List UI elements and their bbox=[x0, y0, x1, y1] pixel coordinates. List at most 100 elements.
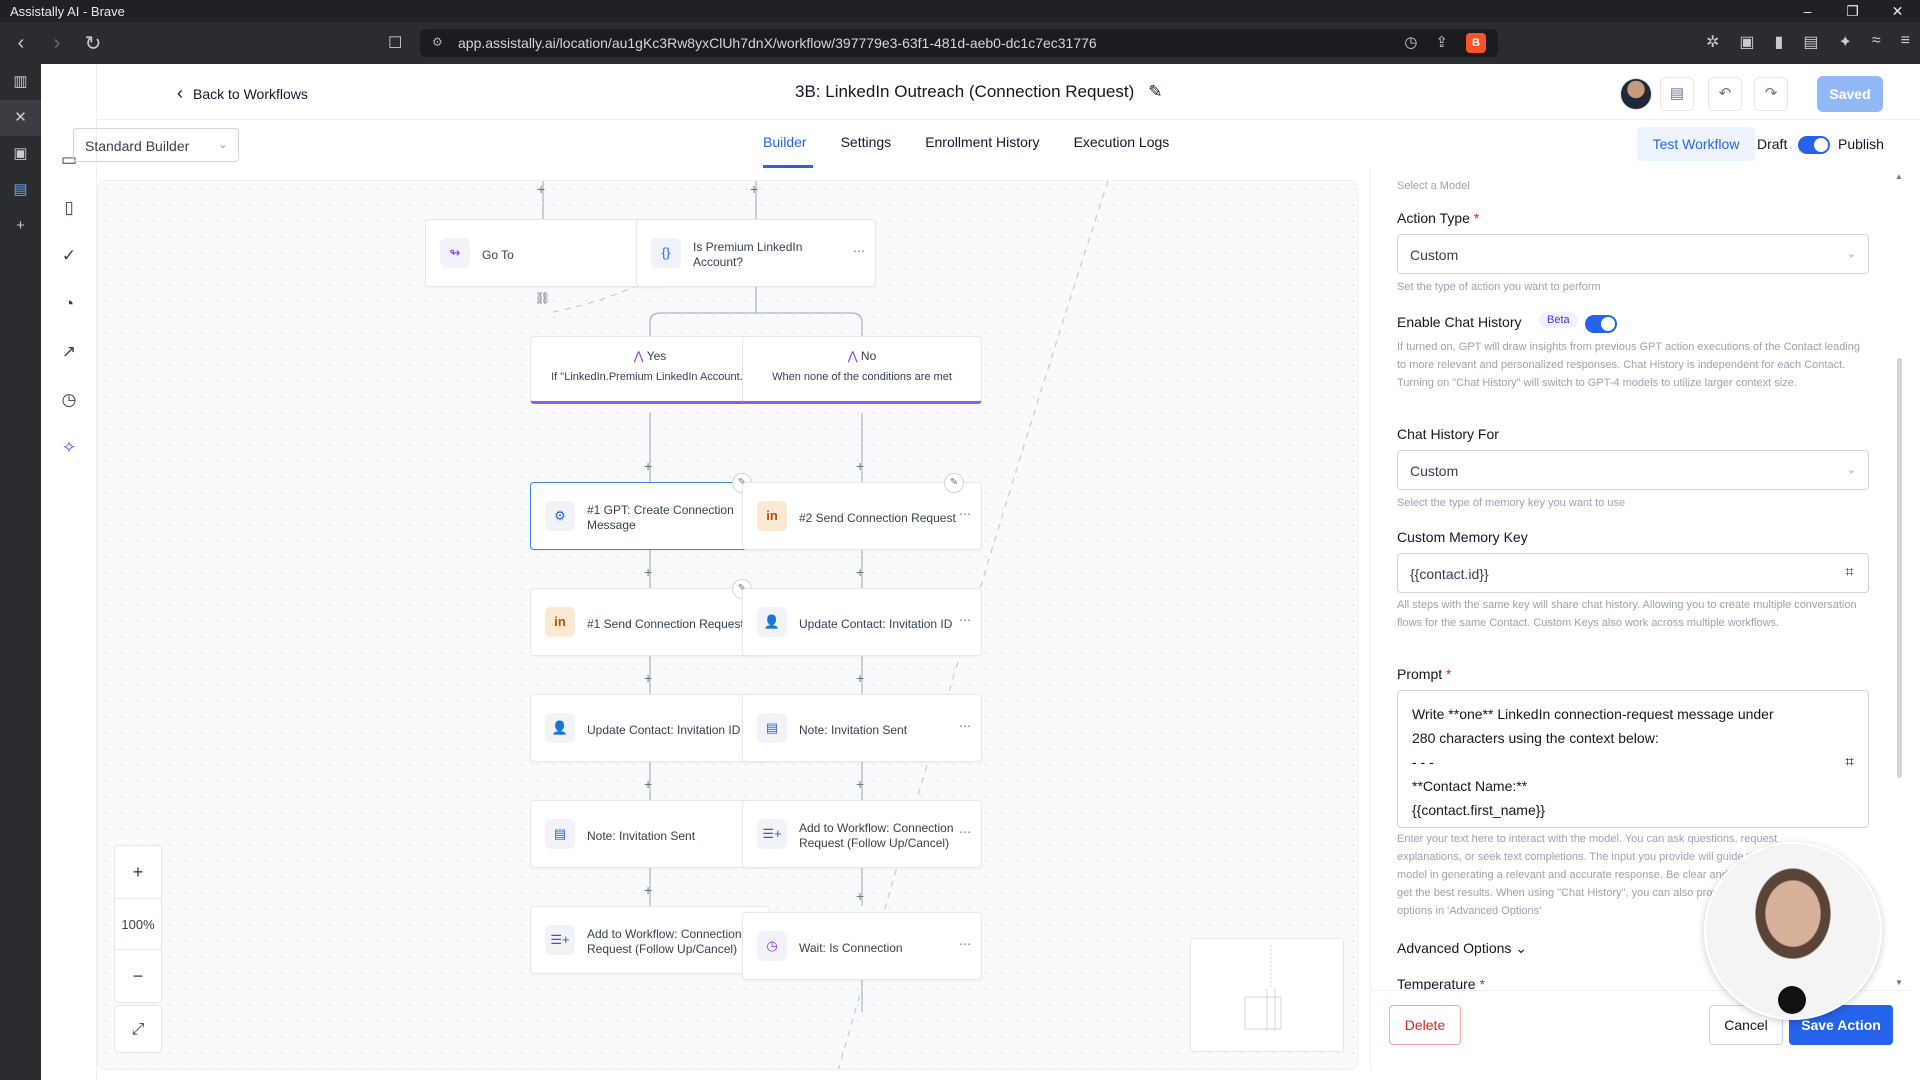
redo-icon[interactable]: ↷ bbox=[1754, 77, 1788, 111]
unlink-icon[interactable]: ⛓ bbox=[535, 291, 550, 305]
close-panel-icon[interactable]: ✕ bbox=[0, 100, 41, 136]
maximize-button[interactable]: ❐ bbox=[1830, 0, 1875, 22]
more-options-icon[interactable]: ⋯ bbox=[853, 244, 865, 258]
add-step-plus[interactable]: + bbox=[856, 564, 864, 580]
tab-icon[interactable]: ▣ bbox=[1739, 32, 1754, 52]
chat-app-icon[interactable]: ▤ bbox=[0, 172, 41, 208]
node-note-2[interactable]: ▤ Note: Invitation Sent ⋯ bbox=[742, 694, 982, 762]
chat-history-toggle[interactable] bbox=[1585, 315, 1617, 333]
history-icon[interactable]: ◷ bbox=[1404, 33, 1417, 53]
node-gpt-create-message[interactable]: ⚙ #1 GPT: Create Connection Message ⋯ bbox=[530, 482, 770, 550]
extensions-icon[interactable]: ✲ bbox=[1706, 32, 1719, 52]
scroll-thumb[interactable] bbox=[1897, 358, 1902, 778]
fit-view-icon[interactable]: ⤢ bbox=[114, 1005, 162, 1053]
sidebar-toggle-icon[interactable]: ▥ bbox=[0, 64, 41, 100]
node-note-1[interactable]: ▤ Note: Invitation Sent ⋯ bbox=[530, 800, 770, 868]
back-to-workflows-link[interactable]: ‹ Back to Workflows bbox=[177, 83, 308, 104]
node-condition-premium[interactable]: {} Is Premium LinkedIn Account? ⋯ bbox=[636, 219, 876, 287]
prompt-label: Prompt * bbox=[1397, 666, 1452, 682]
scroll-down-icon[interactable]: ▼ bbox=[1895, 978, 1903, 987]
add-step-plus[interactable]: + bbox=[856, 670, 864, 686]
test-workflow-button[interactable]: Test Workflow bbox=[1637, 127, 1755, 161]
vpn-icon[interactable]: ≈ bbox=[1872, 32, 1881, 52]
brave-news-icon[interactable]: ▣ bbox=[0, 136, 41, 172]
add-step-plus[interactable]: + bbox=[644, 670, 652, 686]
sparkle-icon[interactable]: ✧ bbox=[41, 424, 97, 472]
forward-arrow-icon[interactable]: › bbox=[42, 32, 72, 55]
node-label: Update Contact: Invitation ID bbox=[587, 722, 741, 737]
more-options-icon[interactable]: ⋯ bbox=[959, 613, 971, 627]
document-icon[interactable]: ▯ bbox=[41, 184, 97, 232]
node-add-workflow-2[interactable]: ☰+ Add to Workflow: Connection Request (… bbox=[742, 800, 982, 868]
menu-icon[interactable]: ≡ bbox=[1901, 32, 1910, 52]
builder-select[interactable]: Standard Builder ⌄ bbox=[73, 128, 239, 162]
reload-icon[interactable]: ↻ bbox=[78, 31, 108, 56]
comment-badge-icon[interactable]: ✎ bbox=[944, 473, 964, 493]
add-step-plus[interactable]: + bbox=[644, 776, 652, 792]
node-update-contact-1[interactable]: 👤 Update Contact: Invitation ID ⋯ bbox=[530, 694, 770, 762]
close-window-button[interactable]: ✕ bbox=[1875, 0, 1920, 22]
tab-builder[interactable]: Builder bbox=[763, 134, 807, 150]
add-step-plus[interactable]: + bbox=[750, 181, 758, 197]
prompt-textarea[interactable]: Write **one** LinkedIn connection-reques… bbox=[1397, 690, 1869, 828]
bookmark-icon[interactable]: ☐ bbox=[388, 33, 402, 53]
brave-shield-icon[interactable]: B bbox=[1466, 33, 1486, 53]
tab-settings[interactable]: Settings bbox=[841, 134, 892, 150]
branch-yes[interactable]: ⋀ Yes If "LinkedIn.Premium LinkedIn Acco… bbox=[530, 336, 770, 404]
external-link-icon[interactable]: ↗ bbox=[41, 328, 97, 376]
share-icon[interactable]: ⇪ bbox=[1435, 33, 1448, 53]
add-step-plus[interactable]: + bbox=[856, 458, 864, 474]
history-for-select[interactable]: Custom ⌄ bbox=[1397, 450, 1869, 490]
leo-icon[interactable]: ✦ bbox=[1838, 32, 1851, 52]
minimize-button[interactable]: – bbox=[1785, 0, 1830, 22]
check-icon[interactable]: ✓ bbox=[41, 232, 97, 280]
node-send-connection-2[interactable]: in #2 Send Connection Request ⋯ bbox=[742, 482, 982, 550]
node-add-workflow-1[interactable]: ☰+ Add to Workflow: Connection Request (… bbox=[530, 906, 770, 974]
add-step-plus[interactable]: + bbox=[537, 181, 545, 197]
workflow-canvas[interactable]: + + ↬ Go To ⋯ ⛓ {} Is Premium LinkedIn A… bbox=[97, 180, 1358, 1070]
zoom-out-button[interactable]: − bbox=[115, 950, 161, 1002]
node-label: #2 Send Connection Request bbox=[799, 510, 956, 525]
tab-execution-logs[interactable]: Execution Logs bbox=[1074, 134, 1170, 150]
add-step-plus[interactable]: + bbox=[856, 776, 864, 792]
more-options-icon[interactable]: ⋯ bbox=[959, 937, 971, 951]
edit-pencil-icon[interactable]: ✎ bbox=[1148, 82, 1162, 102]
advanced-options-toggle[interactable]: Advanced Options ⌄ bbox=[1397, 940, 1527, 957]
action-type-select[interactable]: Custom ⌄ bbox=[1397, 234, 1869, 274]
saved-button[interactable]: Saved bbox=[1817, 76, 1883, 112]
node-send-connection-1[interactable]: in #1 Send Connection Request ⋯ bbox=[530, 588, 770, 656]
mic-icon[interactable] bbox=[1778, 986, 1806, 1014]
add-step-plus[interactable]: + bbox=[644, 458, 652, 474]
site-info-icon[interactable]: ⚙ bbox=[432, 35, 443, 49]
back-arrow-icon[interactable]: ‹ bbox=[6, 32, 36, 55]
wallet-icon[interactable]: ▤ bbox=[1803, 32, 1818, 52]
more-options-icon[interactable]: ⋯ bbox=[959, 825, 971, 839]
canvas-minimap[interactable] bbox=[1190, 938, 1344, 1052]
memory-key-input[interactable]: {{contact.id}} ⌗ bbox=[1397, 553, 1869, 593]
panel-scrollbar[interactable]: ▲ ▼ bbox=[1894, 168, 1904, 990]
clock-icon[interactable]: ◷ bbox=[41, 376, 97, 424]
add-step-plus[interactable]: + bbox=[856, 888, 864, 904]
more-options-icon[interactable]: ⋯ bbox=[959, 507, 971, 521]
address-bar[interactable]: ⚙ app.assistally.ai/location/au1gKc3Rw8y… bbox=[420, 29, 1498, 57]
clipboard-icon[interactable]: ▤ bbox=[1660, 77, 1694, 111]
chart-icon[interactable]: ◔ bbox=[41, 280, 97, 328]
node-goto[interactable]: ↬ Go To ⋯ bbox=[425, 219, 665, 287]
tag-icon[interactable]: ⌗ bbox=[1845, 564, 1854, 582]
add-step-plus[interactable]: + bbox=[644, 564, 652, 580]
add-step-plus[interactable]: + bbox=[644, 882, 652, 898]
zoom-in-button[interactable]: + bbox=[115, 846, 161, 898]
node-wait-connection[interactable]: ◷ Wait: Is Connection ⋯ bbox=[742, 912, 982, 980]
branch-no[interactable]: ⋀ No When none of the conditions are met bbox=[742, 336, 982, 404]
more-options-icon[interactable]: ⋯ bbox=[959, 719, 971, 733]
avatar[interactable] bbox=[1620, 78, 1652, 110]
undo-icon[interactable]: ↶ bbox=[1708, 77, 1742, 111]
publish-toggle[interactable] bbox=[1798, 136, 1830, 154]
delete-button[interactable]: Delete bbox=[1389, 1005, 1461, 1045]
scroll-up-icon[interactable]: ▲ bbox=[1895, 172, 1903, 181]
add-panel-icon[interactable]: + bbox=[0, 208, 41, 244]
tab-enrollment-history[interactable]: Enrollment History bbox=[925, 134, 1039, 150]
tag-icon[interactable]: ⌗ bbox=[1845, 751, 1854, 775]
node-update-contact-2[interactable]: 👤 Update Contact: Invitation ID ⋯ bbox=[742, 588, 982, 656]
sidebar-icon[interactable]: ▮ bbox=[1775, 32, 1784, 52]
